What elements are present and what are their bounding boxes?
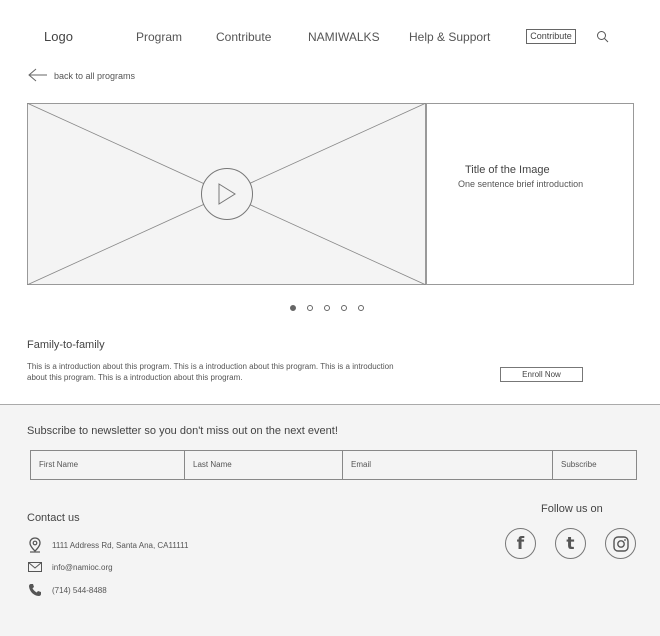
search-icon[interactable]: [596, 30, 609, 48]
address-text: 1111 Address Rd, Santa Ana, CA11111: [52, 540, 189, 550]
contribute-button[interactable]: Contribute: [526, 29, 576, 44]
first-name-field[interactable]: First Name: [30, 450, 185, 480]
last-name-field[interactable]: Last Name: [185, 450, 343, 480]
enroll-button[interactable]: Enroll Now: [500, 367, 583, 382]
phone-text[interactable]: (714) 544-8488: [52, 586, 107, 595]
carousel-dot-5[interactable]: [358, 305, 364, 311]
nav-contribute[interactable]: Contribute: [216, 30, 271, 44]
contact-phone: (714) 544-8488: [27, 583, 107, 597]
hero-video[interactable]: [27, 103, 426, 285]
contact-address: 1111 Address Rd, Santa Ana, CA11111: [27, 537, 188, 553]
location-pin-icon: [27, 537, 43, 553]
carousel-dot-4[interactable]: [341, 305, 347, 311]
footer: Subscribe to newsletter so you don't mis…: [0, 404, 660, 636]
program-description: This is a introduction about this progra…: [27, 362, 394, 382]
newsletter-form: First Name Last Name Email Subscribe: [30, 450, 637, 480]
nav-help-support[interactable]: Help & Support: [409, 30, 490, 44]
contact-email: info@namioc.org: [27, 562, 113, 572]
tumblr-icon[interactable]: t: [555, 528, 586, 559]
play-icon[interactable]: [201, 168, 253, 220]
newsletter-heading: Subscribe to newsletter so you don't mis…: [27, 425, 338, 437]
phone-icon: [27, 583, 43, 597]
email-text[interactable]: info@namioc.org: [52, 563, 113, 572]
hero-title: Title of the Image: [465, 164, 550, 176]
carousel-dots: [290, 305, 364, 311]
back-link[interactable]: back to all programs: [28, 68, 135, 84]
email-field[interactable]: Email: [343, 450, 553, 480]
nav-program[interactable]: Program: [136, 30, 182, 44]
carousel-dot-2[interactable]: [307, 305, 313, 311]
nav-namiwalks[interactable]: NAMIWALKS: [308, 30, 380, 44]
arrow-left-icon: [28, 68, 48, 84]
instagram-icon[interactable]: [605, 528, 636, 559]
hero-caption-panel: Title of the Image One sentence brief in…: [426, 103, 634, 285]
carousel-dot-1[interactable]: [290, 305, 296, 311]
mail-icon: [27, 562, 43, 572]
hero-subtitle: One sentence brief introduction: [458, 179, 584, 189]
logo[interactable]: Logo: [44, 29, 73, 44]
follow-heading: Follow us on: [541, 503, 603, 515]
contact-heading: Contact us: [27, 512, 80, 524]
facebook-icon[interactable]: f: [505, 528, 536, 559]
back-link-label: back to all programs: [54, 71, 136, 81]
carousel-dot-3[interactable]: [324, 305, 330, 311]
subscribe-button[interactable]: Subscribe: [553, 450, 637, 480]
program-title: Family-to-family: [27, 339, 105, 351]
